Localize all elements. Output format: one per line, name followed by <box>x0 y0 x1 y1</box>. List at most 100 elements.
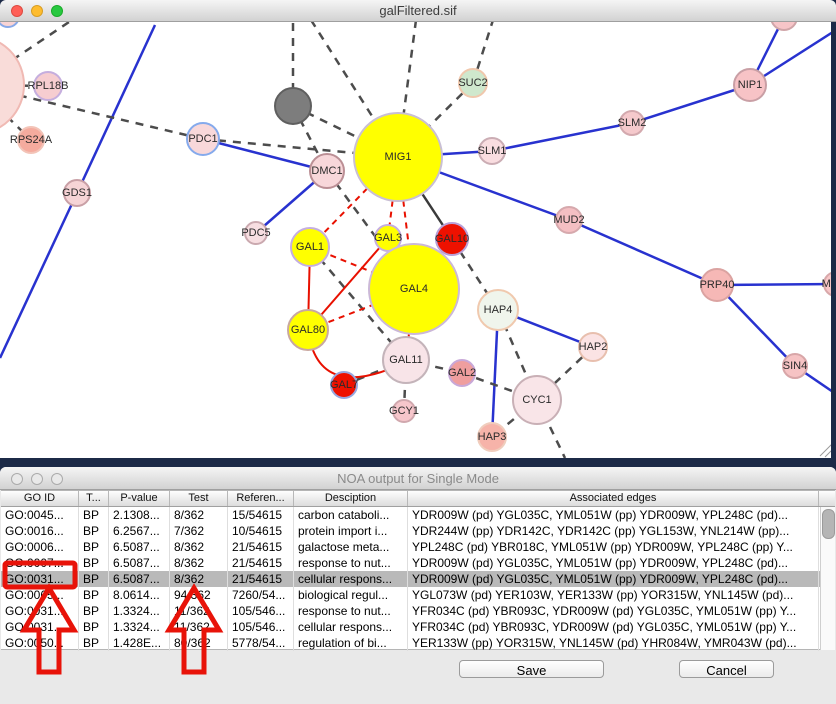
node-RPL18B[interactable]: RPL18B <box>33 71 63 101</box>
table-body: GO:0045...BP2.1308...8/36215/54615carbon… <box>1 507 835 651</box>
cell: carbon cataboli... <box>294 507 408 523</box>
node-label: HAP3 <box>478 431 507 443</box>
node-graynode[interactable] <box>274 87 312 125</box>
node-GAL7[interactable]: GAL7 <box>330 371 358 399</box>
cell: GO:0050... <box>1 635 79 651</box>
column-header-referen[interactable]: Referen... <box>228 491 294 506</box>
cell: GO:0031... <box>1 603 79 619</box>
cancel-button[interactable]: Cancel <box>679 660 774 678</box>
cell: 105/546... <box>228 603 294 619</box>
node-label: PDC5 <box>241 227 270 239</box>
node-MIG1[interactable]: MIG1 <box>353 112 443 202</box>
node-label: DMC1 <box>311 165 342 177</box>
cell: GO:0065... <box>1 587 79 603</box>
cell: BP <box>79 619 109 635</box>
node-label: MIG1 <box>385 151 412 163</box>
node-GAL2[interactable]: GAL2 <box>448 359 476 387</box>
node-SLM1[interactable]: SLM1 <box>478 137 506 165</box>
node-GAL80[interactable]: GAL80 <box>287 309 329 351</box>
table-row[interactable]: GO:0045...BP2.1308...8/36215/54615carbon… <box>1 507 835 523</box>
node-PDC5[interactable]: PDC5 <box>244 221 268 245</box>
node-GAL1[interactable]: GAL1 <box>290 227 330 267</box>
graph-window-titlebar[interactable]: galFiltered.sif <box>0 0 836 22</box>
node-label: RPL18B <box>28 80 69 92</box>
save-button[interactable]: Save <box>459 660 604 678</box>
node-label: HAP4 <box>484 304 513 316</box>
cell: BP <box>79 635 109 651</box>
cell: protein import i... <box>294 523 408 539</box>
node-DMC1[interactable]: DMC1 <box>309 153 345 189</box>
node-HAP4[interactable]: HAP4 <box>477 289 519 331</box>
cell: 94/362 <box>170 587 228 603</box>
edge-155,25-GDS1[interactable] <box>77 25 155 193</box>
network-canvas[interactable]: RPL18B RPS24A GDS1 PDC1 DMC1 MIG1 SUC2 SLM1 SLM2… <box>0 22 836 458</box>
node-GCY1[interactable]: GCY1 <box>392 399 416 423</box>
table-row[interactable]: GO:0007...BP6.5087...8/36221/54615respon… <box>1 555 835 571</box>
edge-SLM2-NIP1[interactable] <box>632 85 750 123</box>
column-header-goid[interactable]: GO ID <box>1 491 79 506</box>
noa-window-titlebar[interactable]: NOA output for Single Mode <box>0 467 836 490</box>
cell: GO:0006... <box>1 539 79 555</box>
cell: 21/54615 <box>228 555 294 571</box>
cell: 1.3324... <box>109 603 170 619</box>
cell: 6.5087... <box>109 539 170 555</box>
table-row[interactable]: GO:0031...BP6.5087...8/36221/54615cellul… <box>1 571 835 587</box>
node-HAP3[interactable]: HAP3 <box>477 422 507 452</box>
table-row[interactable]: GO:0031...BP1.3324...11/362105/546...res… <box>1 603 835 619</box>
cell: YDR244W (pp) YDR142C, YDR142C (pp) YGL15… <box>408 523 819 539</box>
edge-MUD2-PRP40[interactable] <box>569 220 717 285</box>
cell: BP <box>79 507 109 523</box>
node-PDC1[interactable]: PDC1 <box>186 122 220 156</box>
node-GDS1[interactable]: GDS1 <box>63 179 91 207</box>
edge-GDS1-0,358[interactable] <box>0 193 77 358</box>
cell: BP <box>79 555 109 571</box>
node-MUD2[interactable]: MUD2 <box>555 206 583 234</box>
node-label: NIP1 <box>738 79 762 91</box>
edge-SLM1-SLM2[interactable] <box>492 123 632 151</box>
cell: response to nut... <box>294 555 408 571</box>
cell: YER133W (pp) YOR315W, YNL145W (pd) YHR08… <box>408 635 819 651</box>
scrollbar-thumb[interactable] <box>822 509 835 539</box>
node-CYC1[interactable]: CYC1 <box>512 375 562 425</box>
vertical-scrollbar[interactable] <box>820 507 835 650</box>
node-label: MUD2 <box>553 214 584 226</box>
node-HAP2[interactable]: HAP2 <box>578 332 608 362</box>
node-label: GAL2 <box>448 367 476 379</box>
cell: 11/362 <box>170 619 228 635</box>
table-row[interactable]: GO:0006...BP6.5087...8/36221/54615galact… <box>1 539 835 555</box>
edge-PRP40-MSL1[interactable] <box>717 284 836 285</box>
column-header-desciption[interactable]: Desciption <box>294 491 408 506</box>
node-label: HAP2 <box>579 341 608 353</box>
node-NIP1[interactable]: NIP1 <box>733 68 767 102</box>
column-header-t[interactable]: T... <box>79 491 109 506</box>
cell: GO:0031... <box>1 619 79 635</box>
cell: 6.2567... <box>109 523 170 539</box>
column-header-pvalue[interactable]: P-value <box>109 491 170 506</box>
node-PRP40[interactable]: PRP40 <box>700 268 734 302</box>
node-SLM2[interactable]: SLM2 <box>619 110 645 136</box>
network-edges <box>0 22 836 458</box>
cell: 2.1308... <box>109 507 170 523</box>
node-SIN4[interactable]: SIN4 <box>782 353 808 379</box>
table-header-row: GO IDT...P-valueTestReferen...Desciption… <box>1 491 835 507</box>
column-header-test[interactable]: Test <box>170 491 228 506</box>
node-label: SLM2 <box>618 117 647 129</box>
noa-window-title: NOA output for Single Mode <box>0 467 836 490</box>
cell: 7/362 <box>170 523 228 539</box>
node-label: SIN4 <box>783 360 807 372</box>
cell: cellular respons... <box>294 571 408 587</box>
cell: GO:0016... <box>1 523 79 539</box>
node-label: PRP40 <box>700 279 735 291</box>
node-RPS24A[interactable]: RPS24A <box>17 126 45 154</box>
table-row[interactable]: GO:0050...BP1.428E...80/3625778/54...reg… <box>1 635 835 651</box>
cell: 7260/54... <box>228 587 294 603</box>
cell: GO:0045... <box>1 507 79 523</box>
table-row[interactable]: GO:0065...BP8.0614...94/3627260/54...bio… <box>1 587 835 603</box>
node-GAL11[interactable]: GAL11 <box>382 336 430 384</box>
node-GAL4[interactable]: GAL4 <box>368 243 460 335</box>
table-row[interactable]: GO:0016...BP6.2567...7/36210/54615protei… <box>1 523 835 539</box>
node-SUC2[interactable]: SUC2 <box>458 68 488 98</box>
table-row[interactable]: GO:0031...BP1.3324...11/362105/546...cel… <box>1 619 835 635</box>
column-header-associatededges[interactable]: Associated edges <box>408 491 819 506</box>
cell: 5778/54... <box>228 635 294 651</box>
